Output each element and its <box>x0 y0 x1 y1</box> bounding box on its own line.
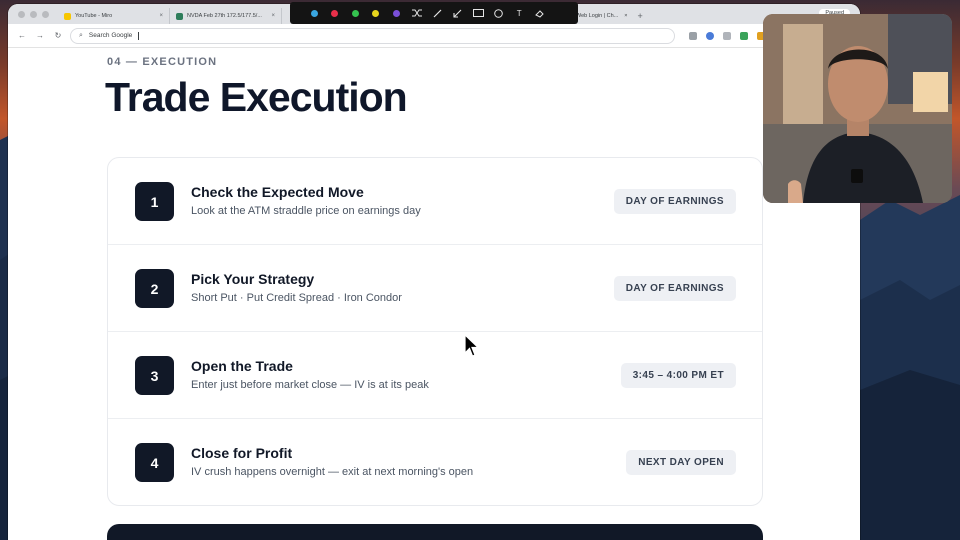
search-placeholder: Search Google <box>88 32 133 39</box>
tab-nvda[interactable]: NVDA Feb 27th 172.5/177.5/... × <box>170 8 282 24</box>
annotation-toolbar: T <box>290 2 578 24</box>
extension-icon[interactable] <box>723 31 731 40</box>
window-controls <box>8 10 58 18</box>
step-description: Short Put · Put Credit Spread · Iron Con… <box>191 292 402 304</box>
page-title: Trade Execution <box>105 74 408 120</box>
slide-page: 04 — EXECUTION Trade Execution 1 Check t… <box>8 48 860 540</box>
step-title: Open the Trade <box>191 358 293 374</box>
step-description: Enter just before market close — IV is a… <box>191 379 429 391</box>
step-badge: 3:45 – 4:00 PM ET <box>620 363 736 388</box>
step-description: IV crush happens overnight — exit at nex… <box>191 466 474 478</box>
tab-label: Web Login | Ch... <box>576 13 619 19</box>
webcam-overlay <box>763 14 952 203</box>
shuffle-icon[interactable] <box>407 2 428 24</box>
step-number: 1 <box>135 182 174 221</box>
next-section-card <box>107 524 763 540</box>
tab-youtube-miro[interactable]: YouTube - Miro × <box>58 8 170 24</box>
step-title: Pick Your Strategy <box>191 271 315 287</box>
step-row: 4 Close for Profit IV crush happens over… <box>108 419 762 505</box>
tab-web-login[interactable]: Web Login | Ch... × + <box>576 8 643 24</box>
color-swatch-green[interactable] <box>345 2 366 24</box>
eraser-icon[interactable] <box>530 2 551 24</box>
color-swatch-yellow[interactable] <box>366 2 387 24</box>
circle-icon[interactable] <box>489 2 510 24</box>
section-eyebrow: 04 — EXECUTION <box>107 56 218 68</box>
back-icon[interactable]: ← <box>16 31 28 40</box>
step-title: Check the Expected Move <box>191 184 364 200</box>
step-row: 3 Open the Trade Enter just before marke… <box>108 332 762 419</box>
favicon-icon <box>64 12 71 20</box>
favicon-icon <box>176 12 183 20</box>
step-title: Close for Profit <box>191 445 293 461</box>
extensions-bar <box>689 31 765 40</box>
extension-icon[interactable] <box>689 31 697 40</box>
tab-label: NVDA Feb 27th 172.5/177.5/... <box>187 13 262 19</box>
color-swatch-purple[interactable] <box>386 2 407 24</box>
browser-window: YouTube - Miro × NVDA Feb 27th 172.5/177… <box>8 4 860 540</box>
steps-card: 1 Check the Expected Move Look at the AT… <box>107 157 763 506</box>
step-row: 2 Pick Your Strategy Short Put · Put Cre… <box>108 245 762 332</box>
minimize-window-button[interactable] <box>30 10 37 18</box>
tab-close-icon[interactable]: × <box>624 13 627 19</box>
step-number: 3 <box>135 356 174 395</box>
rectangle-icon[interactable] <box>468 2 489 24</box>
close-window-button[interactable] <box>18 10 25 18</box>
arrow-icon[interactable] <box>448 2 469 24</box>
address-bar: ← → ↻ ⌕ Search Google <box>8 24 860 48</box>
step-number: 2 <box>135 269 174 308</box>
step-number: 4 <box>135 443 174 482</box>
step-badge: DAY OF EARNINGS <box>613 189 736 214</box>
reload-icon[interactable]: ↻ <box>52 31 64 40</box>
mouse-cursor-icon <box>464 334 480 357</box>
maximize-window-button[interactable] <box>42 10 49 18</box>
step-badge: DAY OF EARNINGS <box>613 276 736 301</box>
search-input[interactable]: ⌕ Search Google <box>70 27 675 44</box>
tab-label: YouTube - Miro <box>75 13 113 19</box>
text-caret <box>138 31 140 40</box>
color-swatch-blue[interactable] <box>304 2 325 24</box>
webcam-feed <box>763 14 952 203</box>
new-tab-button[interactable]: + <box>638 11 643 21</box>
color-swatch-red[interactable] <box>325 2 346 24</box>
search-icon: ⌕ <box>79 31 83 39</box>
extension-icon[interactable] <box>706 31 714 40</box>
shield-icon[interactable] <box>740 31 748 40</box>
tab-close-icon[interactable]: × <box>159 13 163 19</box>
step-badge: NEXT DAY OPEN <box>626 450 736 475</box>
step-row: 1 Check the Expected Move Look at the AT… <box>108 158 762 245</box>
tab-close-icon[interactable]: × <box>271 13 275 19</box>
step-description: Look at the ATM straddle price on earnin… <box>191 205 421 217</box>
forward-icon[interactable]: → <box>34 31 46 40</box>
text-icon[interactable]: T <box>509 2 530 24</box>
pen-icon[interactable] <box>427 2 448 24</box>
